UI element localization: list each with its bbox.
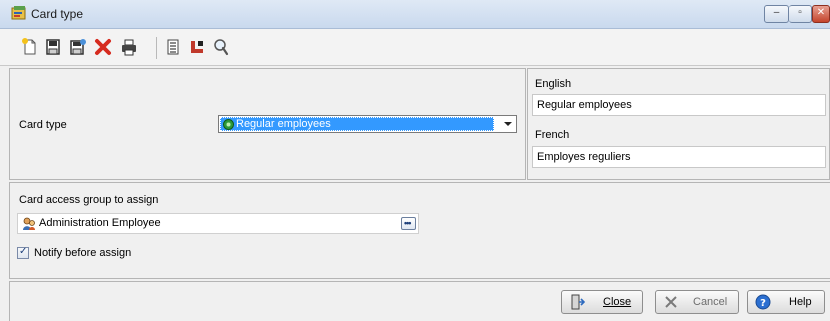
card-type-window: Card type – ▫ ✕ Card type Regular employ… xyxy=(0,0,830,321)
minimize-icon: – xyxy=(773,7,780,18)
card-type-selected-text: Regular employees xyxy=(236,118,331,130)
english-label: English xyxy=(535,78,572,90)
card-type-dropdown[interactable]: Regular employees xyxy=(218,115,517,133)
maximize-icon: ▫ xyxy=(798,7,802,18)
checkmark-icon: ✓ xyxy=(19,246,28,257)
french-field[interactable]: Employes reguliers xyxy=(532,146,826,168)
list-icon[interactable] xyxy=(163,37,183,57)
english-field[interactable]: Regular employees xyxy=(532,94,826,116)
card-type-item-icon xyxy=(223,119,234,130)
browse-button[interactable]: ••• xyxy=(401,217,416,230)
new-icon[interactable] xyxy=(20,37,40,57)
close-button[interactable]: Close xyxy=(561,290,643,314)
maximize-button[interactable]: ▫ xyxy=(789,5,812,23)
save-and-new-icon[interactable] xyxy=(68,37,88,57)
close-icon: ✕ xyxy=(816,7,826,18)
french-field-value: Employes reguliers xyxy=(537,151,631,163)
help-icon: ? xyxy=(755,294,771,310)
cancel-button-label: Cancel xyxy=(693,296,728,308)
svg-text:?: ? xyxy=(760,298,766,309)
search-icon[interactable] xyxy=(211,37,231,57)
toolbar-separator xyxy=(156,37,157,59)
access-group-label: Card access group to assign xyxy=(19,194,159,206)
link-icon[interactable] xyxy=(187,37,207,57)
help-button[interactable]: ? Help xyxy=(747,290,825,314)
card-type-label: Card type xyxy=(19,119,67,131)
close-button-label: Close xyxy=(603,296,632,308)
close-window-button[interactable]: ✕ xyxy=(812,5,830,23)
french-label: French xyxy=(535,129,570,141)
ellipsis-icon: ••• xyxy=(404,218,412,228)
help-button-label: Help xyxy=(789,296,812,308)
card-type-app-icon xyxy=(11,6,26,20)
english-field-value: Regular employees xyxy=(537,99,632,111)
access-group-field[interactable]: Administration Employee ••• xyxy=(17,213,419,234)
minimize-button[interactable]: – xyxy=(764,5,789,23)
access-group-value: Administration Employee xyxy=(39,217,161,229)
card-type-selected: Regular employees xyxy=(220,117,494,131)
group-icon xyxy=(23,217,35,230)
toolbar xyxy=(0,29,830,66)
cancel-x-icon xyxy=(665,296,677,308)
delete-icon[interactable] xyxy=(93,37,113,57)
title-bar: Card type – ▫ ✕ xyxy=(0,0,830,29)
save-icon[interactable] xyxy=(43,37,63,57)
cancel-button[interactable]: Cancel xyxy=(655,290,739,314)
window-title: Card type xyxy=(31,7,84,21)
notify-checkbox[interactable]: ✓ xyxy=(17,246,29,259)
notify-label: Notify before assign xyxy=(34,247,132,259)
chevron-down-icon[interactable] xyxy=(504,122,512,126)
print-icon[interactable] xyxy=(119,37,139,57)
exit-door-icon xyxy=(571,294,585,310)
